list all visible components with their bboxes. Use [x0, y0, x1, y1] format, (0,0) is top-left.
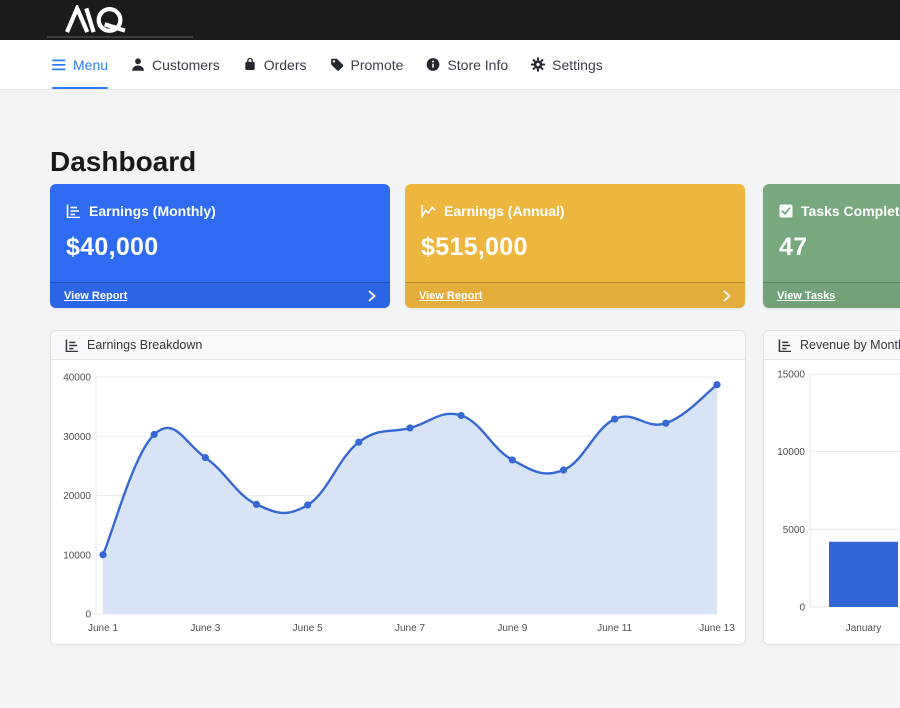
svg-text:0: 0	[85, 610, 91, 621]
menu-icon	[52, 58, 67, 72]
card-earnings-annual: Earnings (Annual) $515,000 View Report	[405, 184, 745, 308]
active-nav-underline	[52, 87, 108, 89]
info-circle-icon	[425, 57, 441, 72]
earnings-breakdown-card: Earnings Breakdown 0 10000 20000 30000 40000…	[50, 330, 746, 645]
nav-item-menu[interactable]: Menu	[52, 40, 108, 90]
svg-text:June 9: June 9	[497, 623, 527, 634]
svg-text:June 11: June 11	[597, 623, 632, 634]
nav-item-label: Settings	[552, 57, 603, 73]
top-app-bar	[0, 0, 900, 40]
svg-text:0: 0	[799, 603, 805, 614]
nav-item-label: Store Info	[447, 57, 508, 73]
dashboard-screen: Menu Customers Orders Promote	[0, 0, 900, 708]
revenue-bar-chart: 0 5000 10000 15000 January	[764, 360, 900, 645]
nav-item-label: Orders	[264, 57, 307, 73]
card-value: 47	[763, 219, 900, 262]
user-icon	[130, 57, 146, 72]
svg-text:June 7: June 7	[395, 623, 425, 634]
card-title: Tasks Completed	[801, 203, 900, 219]
brand-logo-icon	[57, 5, 135, 34]
bar-chart-icon	[778, 339, 792, 352]
bar-chart-icon	[65, 339, 79, 352]
svg-text:June 1: June 1	[88, 623, 118, 634]
view-tasks-link[interactable]: View Tasks	[777, 290, 835, 302]
card-value: $515,000	[405, 219, 745, 262]
page-title: Dashboard	[50, 146, 196, 178]
shopping-bag-icon	[242, 57, 258, 72]
card-tasks-completed: Tasks Completed 47 View Tasks	[763, 184, 900, 308]
main-nav: Menu Customers Orders Promote	[0, 40, 900, 90]
chart-title: Revenue by Month	[800, 338, 900, 352]
svg-text:5000: 5000	[783, 525, 806, 536]
svg-text:30000: 30000	[63, 432, 91, 443]
view-report-link[interactable]: View Report	[419, 290, 482, 302]
nav-item-store-info[interactable]: Store Info	[425, 40, 508, 90]
nav-item-orders[interactable]: Orders	[242, 40, 307, 90]
svg-text:40000: 40000	[63, 373, 91, 384]
earnings-line-chart: 0 10000 20000 30000 40000 June 1 June 3 June 5 J…	[51, 360, 745, 645]
view-report-link[interactable]: View Report	[64, 290, 127, 302]
card-title: Earnings (Monthly)	[89, 203, 216, 219]
line-chart-icon	[421, 204, 436, 218]
chevron-right-icon[interactable]	[368, 290, 376, 302]
nav-item-settings[interactable]: Settings	[530, 40, 603, 90]
svg-text:June 13: June 13	[699, 623, 735, 634]
check-square-icon	[779, 204, 793, 218]
svg-text:January: January	[846, 623, 882, 634]
nav-item-label: Promote	[351, 57, 404, 73]
nav-item-label: Customers	[152, 57, 220, 73]
card-title: Earnings (Annual)	[444, 203, 565, 219]
svg-text:June 3: June 3	[190, 623, 220, 634]
chart-title: Earnings Breakdown	[87, 338, 202, 352]
revenue-by-month-card: Revenue by Month 0 5000 10000 15000 January	[763, 330, 900, 645]
chevron-right-icon[interactable]	[723, 290, 731, 302]
nav-item-promote[interactable]: Promote	[329, 40, 404, 90]
logo-underline	[47, 36, 193, 38]
bar-chart-icon	[66, 204, 81, 218]
card-earnings-monthly: Earnings (Monthly) $40,000 View Report	[50, 184, 390, 308]
svg-text:June 5: June 5	[293, 623, 323, 634]
svg-text:10000: 10000	[777, 447, 805, 458]
gear-icon	[530, 57, 546, 72]
svg-text:15000: 15000	[777, 370, 805, 381]
svg-text:20000: 20000	[63, 491, 91, 502]
tag-icon	[329, 57, 345, 72]
nav-item-customers[interactable]: Customers	[130, 40, 220, 90]
nav-item-label: Menu	[73, 57, 108, 73]
card-value: $40,000	[50, 219, 390, 262]
svg-text:10000: 10000	[63, 550, 91, 561]
